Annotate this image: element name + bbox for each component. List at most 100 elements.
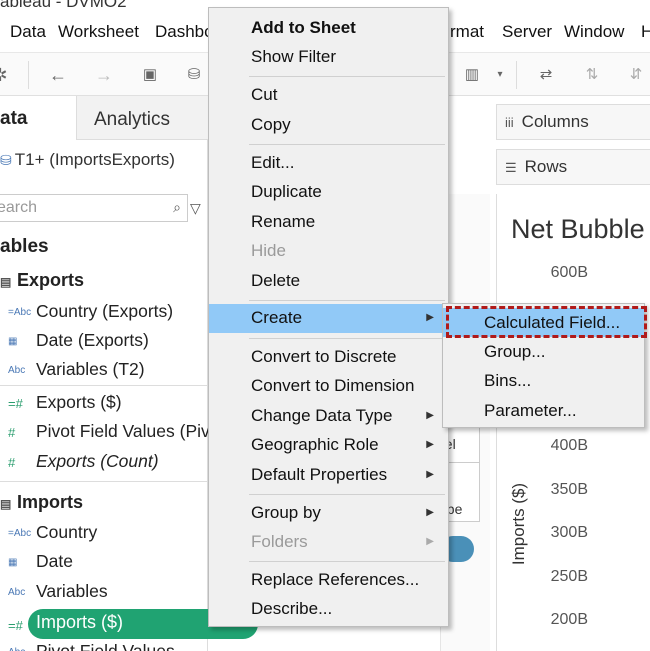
forward-arrow-icon[interactable]: →	[92, 63, 116, 87]
menu-separator	[249, 561, 445, 562]
field-item[interactable]: ▦ Date (Exports)	[8, 330, 149, 351]
menu-item-replace-references[interactable]: Replace References...	[209, 566, 448, 595]
submenu-item-bins[interactable]: Bins...	[443, 366, 644, 395]
toolbar-separator	[28, 61, 29, 89]
field-label: Country (Exports)	[36, 301, 174, 321]
search-placeholder: earch	[0, 199, 38, 216]
menu-item-describe[interactable]: Describe...	[209, 595, 448, 624]
submenu-arrow-icon: ▶	[426, 507, 434, 518]
menu-item-duplicate[interactable]: Duplicate	[209, 178, 448, 207]
filter-icon[interactable]: ▽	[190, 200, 201, 217]
field-item[interactable]: Abc Variables (T2)	[8, 359, 145, 380]
clear-sheet-icon[interactable]: ▥	[460, 63, 484, 87]
menu-server[interactable]: Server	[502, 22, 552, 42]
field-item[interactable]: ▦ Date	[8, 551, 73, 572]
back-arrow-icon[interactable]: ←	[46, 63, 70, 87]
new-datasource-icon[interactable]: ⛁	[182, 63, 206, 87]
table-group-label: Imports	[17, 492, 84, 512]
search-icon[interactable]: ⌕	[173, 199, 181, 216]
menu-item-hide: Hide	[251, 241, 286, 260]
save-icon[interactable]: ▣	[138, 63, 162, 87]
field-item[interactable]: =# Exports ($)	[8, 392, 122, 413]
menu-item-rename[interactable]: Rename	[209, 208, 448, 237]
menu-item-geographic-role[interactable]: Geographic Role ▶	[209, 431, 448, 460]
y-tick: 200B	[550, 611, 588, 628]
menu-separator	[249, 494, 445, 495]
menu-item-delete[interactable]: Delete	[209, 267, 448, 296]
menu-item-label: Geographic Role	[251, 435, 379, 454]
submenu-arrow-icon: ▶	[426, 536, 434, 547]
data-pane: ata Analytics ⛁ T1+ (ImportsExports) earc…	[0, 96, 226, 651]
submenu-item-calculated-field[interactable]: Calculated Field...	[443, 308, 644, 337]
menu-item-label: Default Properties	[251, 465, 388, 484]
menu-worksheet[interactable]: Worksheet	[58, 22, 139, 42]
menu-item-label: Folders	[251, 532, 308, 551]
string-type-icon: =Abc	[8, 306, 32, 318]
chevron-down-icon[interactable]: ▾	[488, 63, 512, 87]
menu-item-default-properties[interactable]: Default Properties ▶	[209, 461, 448, 490]
measure-icon: =#	[8, 395, 23, 411]
menu-separator	[249, 76, 445, 77]
submenu-item-parameter[interactable]: Parameter...	[443, 396, 644, 425]
string-type-icon: =Abc	[8, 527, 32, 539]
table-group-exports[interactable]: ▤ Exports	[0, 270, 84, 291]
field-label: Date (Exports)	[36, 330, 149, 350]
menu-item-group-by[interactable]: Group by ▶	[209, 499, 448, 528]
field-label: Date	[36, 551, 73, 571]
menu-item-create[interactable]: Create ▶	[209, 304, 448, 333]
tableau-logo-icon[interactable]: ✲	[0, 63, 12, 87]
columns-shelf[interactable]: iii Columns	[496, 104, 650, 140]
menu-item-convert-to-dimension[interactable]: Convert to Dimension	[209, 372, 448, 401]
menu-separator	[249, 300, 445, 301]
y-tick: 600B	[550, 264, 588, 281]
rows-shelf[interactable]: ☰ Rows	[496, 149, 650, 185]
menu-help[interactable]: H	[641, 22, 650, 42]
menu-item-convert-to-discrete[interactable]: Convert to Discrete	[209, 343, 448, 372]
tables-heading: ables	[0, 236, 49, 257]
sort-ascending-icon[interactable]: ⇅	[580, 63, 604, 87]
y-axis-label: Imports ($)	[509, 482, 529, 566]
field-label: Pivot Field Values	[36, 641, 175, 651]
field-item[interactable]: # Pivot Field Values (Piv	[8, 421, 210, 442]
menu-item-folders: Folders ▶	[209, 528, 448, 557]
menu-item-change-data-type[interactable]: Change Data Type ▶	[209, 402, 448, 431]
tab-data[interactable]: ata	[0, 96, 76, 140]
menu-item-edit[interactable]: Edit...	[209, 149, 448, 178]
columns-label: Columns	[521, 112, 589, 131]
menu-format[interactable]: rmat	[450, 22, 484, 42]
menu-item-label: Group by	[251, 503, 321, 522]
menu-item-cut[interactable]: Cut	[209, 81, 448, 110]
field-item[interactable]: # Exports (Count)	[8, 451, 159, 472]
columns-icon: iii	[505, 115, 514, 130]
field-item[interactable]: AbcPivot Field Values	[8, 641, 175, 651]
field-label: Variables	[36, 581, 108, 601]
table-group-imports[interactable]: ▤ Imports	[0, 492, 83, 513]
menu-item-label: Create	[251, 308, 303, 327]
sort-descending-icon[interactable]: ⇵	[624, 63, 648, 87]
datasource-item[interactable]: ⛁ T1+ (ImportsExports)	[0, 150, 175, 170]
calendar-icon: ▦	[8, 335, 18, 347]
menu-window[interactable]: Window	[564, 22, 624, 42]
field-item[interactable]: =Abc Country (Exports)	[8, 301, 173, 322]
table-icon: ▤	[0, 497, 12, 511]
measure-icon: #	[8, 424, 16, 440]
field-item[interactable]: Abc Variables	[8, 581, 108, 602]
tab-analytics[interactable]: Analytics	[76, 96, 226, 140]
menu-item-show-filter[interactable]: Show Filter	[209, 43, 448, 72]
submenu-item-group[interactable]: Group...	[443, 337, 644, 366]
string-type-icon: Abc	[8, 647, 36, 651]
y-tick: 400B	[550, 437, 588, 454]
field-label: Variables (T2)	[36, 359, 145, 379]
menu-item-add-to-sheet[interactable]: Add to Sheet	[209, 14, 448, 43]
string-type-icon: Abc	[8, 586, 26, 598]
view-title: Net Bubble	[511, 214, 645, 244]
field-label: Exports (Count)	[36, 451, 159, 471]
menu-item-copy[interactable]: Copy	[209, 111, 448, 140]
swap-icon[interactable]: ⇄	[534, 63, 558, 87]
calendar-icon: ▦	[8, 556, 18, 568]
menu-data[interactable]: Data	[10, 22, 46, 42]
menu-dashboard[interactable]: Dashbo	[155, 22, 214, 42]
field-item[interactable]: =Abc Country	[8, 522, 97, 543]
create-submenu: Calculated Field... Group... Bins... Par…	[442, 303, 645, 428]
search-input[interactable]: earch ⌕	[0, 194, 188, 222]
